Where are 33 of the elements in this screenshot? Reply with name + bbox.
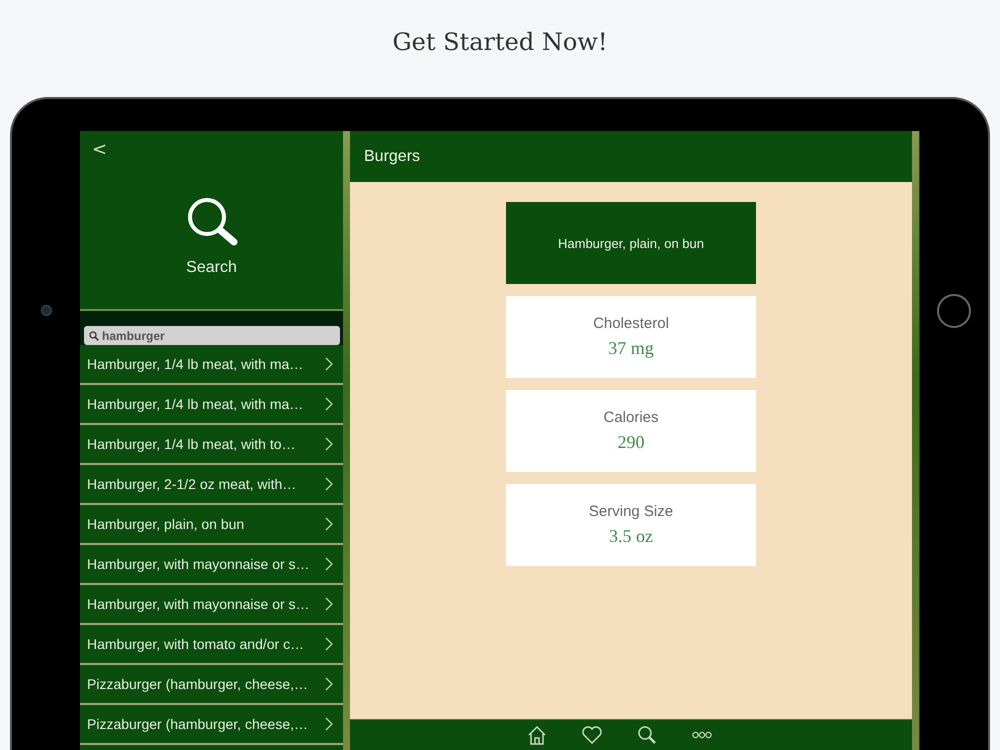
tab-button[interactable] (636, 725, 656, 745)
sidebar-title: Search (186, 259, 237, 277)
chevron-right-icon (325, 557, 333, 571)
nutrient-label: Calories (603, 409, 659, 426)
tab-button[interactable] (692, 731, 712, 739)
chevron-right-icon (325, 717, 333, 731)
chevron-right-icon (325, 637, 333, 651)
search-icon (89, 330, 99, 340)
search-icon (636, 725, 656, 745)
chevron-right-icon (325, 477, 333, 491)
nutrient-label: Cholesterol (593, 315, 669, 332)
camera-icon (40, 305, 52, 316)
home-icon (526, 725, 546, 745)
nutrient-value: 37 mg (608, 338, 654, 359)
chevron-right-icon (325, 677, 333, 691)
search-field[interactable]: hamburger (84, 326, 340, 345)
more-icon (692, 731, 712, 739)
nutrient-value: 3.5 oz (609, 526, 653, 547)
chevron-right-icon (325, 397, 333, 411)
page-heading: Get Started Now! (392, 28, 608, 58)
food-name: Hamburger, plain, on bun (558, 236, 704, 250)
heart-icon (582, 726, 602, 744)
tab-button[interactable] (526, 725, 546, 745)
chevron-right-icon (325, 597, 333, 611)
chevron-right-icon (325, 357, 333, 371)
chevron-right-icon (325, 517, 333, 531)
nutrient-label: Serving Size (588, 503, 674, 520)
chevron-right-icon (325, 437, 333, 451)
back-button[interactable]: < (92, 139, 108, 160)
category-title: Burgers (364, 148, 420, 166)
home-button[interactable] (937, 294, 971, 328)
nutrient-value: 290 (618, 432, 644, 453)
tab-button[interactable] (582, 726, 602, 744)
